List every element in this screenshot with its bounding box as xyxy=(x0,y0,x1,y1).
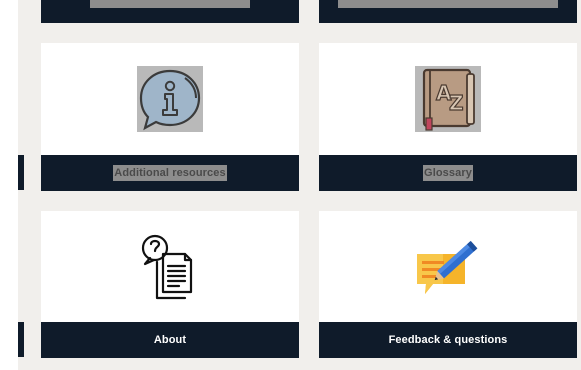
card-bar: Glossary xyxy=(319,155,577,191)
card-label: About xyxy=(153,334,187,346)
card-bar: Additional resources xyxy=(41,155,299,191)
card-label-cut-off xyxy=(338,0,558,8)
card-label: Additional resources xyxy=(113,165,227,181)
card-label-cut-off xyxy=(90,0,250,8)
card-top-right[interactable] xyxy=(319,0,577,23)
card-bar: Feedback & questions xyxy=(319,322,577,358)
card-about[interactable]: About xyxy=(41,211,299,358)
offscreen-card-bar xyxy=(18,155,24,190)
info-speech-bubble-icon xyxy=(137,66,203,132)
svg-text:Z: Z xyxy=(449,91,464,115)
card-feedback[interactable]: Feedback & questions xyxy=(319,211,577,358)
card-top-left[interactable] xyxy=(41,0,299,23)
card-glossary[interactable]: A Z Glossary xyxy=(319,43,577,191)
card-label: Feedback & questions xyxy=(388,334,508,346)
card-additional-resources[interactable]: Additional resources xyxy=(41,43,299,191)
card-label: Glossary xyxy=(423,165,473,181)
offscreen-card-bar xyxy=(18,322,24,357)
card-bar: About xyxy=(41,322,299,358)
question-documents-icon xyxy=(141,234,193,299)
note-pencil-icon xyxy=(417,240,478,294)
az-book-icon: A Z xyxy=(415,66,481,132)
